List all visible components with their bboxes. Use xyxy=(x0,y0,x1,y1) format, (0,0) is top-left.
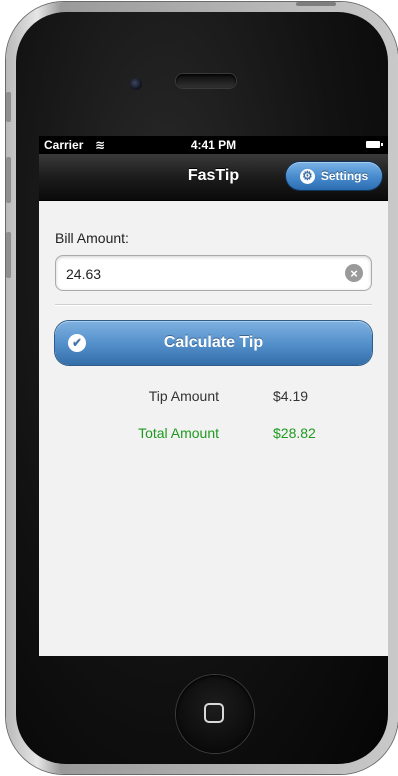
check-icon: ✔ xyxy=(68,334,86,352)
sleep-button xyxy=(296,2,336,6)
calculate-tip-label: Calculate Tip xyxy=(163,334,264,351)
volume-down-button xyxy=(6,232,11,278)
clear-icon[interactable]: × xyxy=(345,264,363,282)
navigation-bar: FasTip ⚙ Settings xyxy=(39,154,388,201)
main-content: Bill Amount: × ✔ Calculate Tip Tip Amoun… xyxy=(39,230,388,452)
tip-amount-value: $4.19 xyxy=(273,388,309,404)
status-bar: Carrier ≋ 4:41 PM xyxy=(39,136,388,154)
mute-switch xyxy=(6,92,11,122)
volume-up-button xyxy=(6,157,11,203)
settings-button[interactable]: ⚙ Settings xyxy=(286,162,382,190)
bill-amount-field[interactable]: × xyxy=(55,255,372,292)
home-square-icon xyxy=(204,703,224,723)
bill-amount-label: Bill Amount: xyxy=(55,230,129,246)
gear-icon: ⚙ xyxy=(299,168,315,184)
home-button[interactable] xyxy=(176,675,254,753)
total-amount-label: Total Amount xyxy=(138,425,219,441)
earpiece-speaker xyxy=(176,74,236,88)
front-camera-icon xyxy=(130,78,142,90)
tip-amount-row: Tip Amount $4.19 xyxy=(55,378,372,415)
total-amount-value: $28.82 xyxy=(273,425,316,441)
divider xyxy=(55,304,372,306)
bill-amount-input[interactable] xyxy=(64,256,337,292)
tip-amount-label: Tip Amount xyxy=(148,388,219,404)
status-time: 4:41 PM xyxy=(190,138,237,152)
settings-button-label: Settings xyxy=(320,169,369,183)
battery-icon xyxy=(366,141,383,148)
total-amount-row: Total Amount $28.82 xyxy=(55,415,372,452)
app-screen: Carrier ≋ 4:41 PM FasTip ⚙ Settings Bill… xyxy=(39,136,388,656)
calculate-tip-button[interactable]: ✔ Calculate Tip xyxy=(55,321,372,365)
